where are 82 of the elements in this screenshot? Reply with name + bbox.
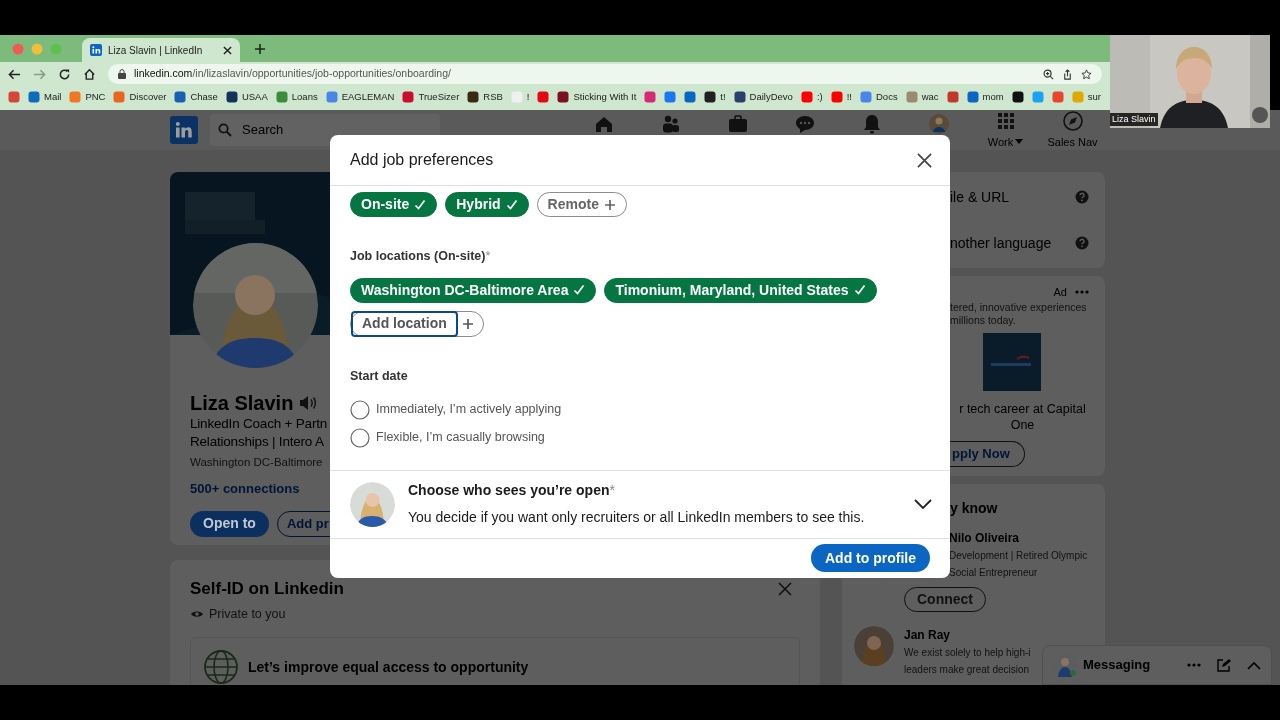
banner-text: Let’s improve equal access to opportunity <box>248 657 529 677</box>
bookmark[interactable]: Chase <box>174 89 218 105</box>
person-headline: Development | Retired Olympic <box>949 549 1088 563</box>
chevron-down-icon[interactable] <box>914 499 932 509</box>
bookmark[interactable]: Discover <box>113 89 167 105</box>
bookmark[interactable]: sur <box>1071 89 1101 105</box>
bookmark[interactable]: Sticking With It <box>557 89 637 105</box>
linkedin-icon <box>174 120 194 140</box>
bookmark[interactable]: EAGLEMAN <box>325 89 395 105</box>
bookmark[interactable]: wac <box>905 89 939 105</box>
reload-icon[interactable] <box>58 67 71 81</box>
ad-headline: r tech career at Capital One <box>958 400 1087 433</box>
avatar-icon[interactable] <box>927 113 950 135</box>
bookmark[interactable]: ! <box>510 89 530 105</box>
field-label: Start date <box>350 367 408 385</box>
bookmark[interactable]: Mail <box>28 89 62 105</box>
bookmark[interactable]: :) <box>800 89 823 105</box>
linkedin-icon <box>90 44 102 56</box>
chevron-up-icon[interactable] <box>1247 660 1261 670</box>
bookmark[interactable]: t! <box>704 89 726 105</box>
bookmark-icon[interactable] <box>1011 91 1024 103</box>
person-headline: leaders make great decision <box>904 663 1030 677</box>
ad-label: Ad <box>1053 285 1067 300</box>
close-icon[interactable] <box>223 45 232 55</box>
help-icon <box>1075 236 1089 250</box>
browser-tab[interactable]: Liza Slavin | LinkedIn <box>82 38 240 62</box>
eye-icon <box>190 608 204 619</box>
help-icon <box>1075 190 1089 204</box>
bookmark[interactable]: DailyDevo <box>733 89 793 105</box>
add-to-profile-button[interactable]: Add to profile <box>811 544 930 573</box>
chat-icon[interactable] <box>793 113 816 135</box>
star-icon[interactable] <box>1081 68 1092 80</box>
maximize-icon <box>50 42 62 55</box>
compass-icon <box>1061 110 1084 132</box>
home-icon[interactable] <box>83 67 96 81</box>
radio-option[interactable]: Flexible, I’m casually browsing <box>350 427 562 448</box>
more-icon[interactable] <box>1075 290 1089 295</box>
section-title: Choose who sees you’re open* <box>408 481 616 500</box>
forward-icon[interactable] <box>33 67 46 81</box>
bookmark[interactable]: !! <box>830 89 852 105</box>
lock-icon <box>118 69 126 79</box>
radio-option[interactable]: Immediately, I’m actively applying <box>350 399 562 420</box>
more-icon[interactable] <box>1187 663 1201 667</box>
bookmark[interactable]: RSB <box>467 89 503 105</box>
zoom-icon[interactable] <box>1043 68 1054 80</box>
person-headline: Social Entrepreneur <box>949 566 1038 580</box>
speaker-icon[interactable] <box>299 395 318 411</box>
bookmark[interactable]: USAA <box>225 89 268 105</box>
close-icon[interactable] <box>917 152 932 168</box>
card-title: y know <box>950 499 998 518</box>
search-icon <box>218 123 232 137</box>
radio-button[interactable] <box>350 399 370 420</box>
linkedin-logo[interactable] <box>170 116 198 144</box>
new-tab-icon[interactable] <box>254 42 266 55</box>
minimize-icon <box>31 42 43 55</box>
address-bar[interactable]: linkedin.com/in/lizaslavin/opportunities/job-opportunities/onboarding/ <box>108 64 1102 84</box>
ad-text: tered, innovative experiences <box>950 300 1087 314</box>
open-to-button[interactable]: Open to <box>190 510 269 537</box>
radio-button[interactable] <box>350 427 370 448</box>
bookmark[interactable]: Docs <box>860 89 898 105</box>
headline-text: Relationships | Intero A <box>190 433 324 451</box>
bookmark[interactable]: TrueSizer <box>402 89 460 105</box>
share-icon[interactable] <box>1062 68 1073 80</box>
bookmark[interactable]: Loans <box>275 89 318 105</box>
section-description: You decide if you want only recruiters or all LinkedIn members to see this. <box>408 508 866 527</box>
globe-icon <box>203 649 239 685</box>
bookmark[interactable]: PNC <box>69 89 106 105</box>
back-icon[interactable] <box>8 67 21 81</box>
caret-icon <box>1015 139 1024 145</box>
close-window-icon <box>12 42 24 55</box>
briefcase-icon[interactable] <box>726 113 749 135</box>
dialog-title: Add job preferences <box>350 150 494 170</box>
headline-text: LinkedIn Coach + Partn <box>190 415 328 433</box>
ad-text: millions today. <box>950 313 1016 327</box>
profile-name: Liza Slavin <box>190 391 294 415</box>
card-title: Self-ID on Linkedin <box>190 578 344 600</box>
location-text: Washington DC-Baltimore <box>190 455 323 470</box>
bookmark[interactable]: mom <box>966 89 1004 105</box>
check-icon <box>853 284 866 297</box>
privacy-text: Private to you <box>209 605 286 623</box>
person-headline: We exist solely to help high-i <box>904 646 1031 660</box>
compose-icon[interactable] <box>1217 658 1231 672</box>
